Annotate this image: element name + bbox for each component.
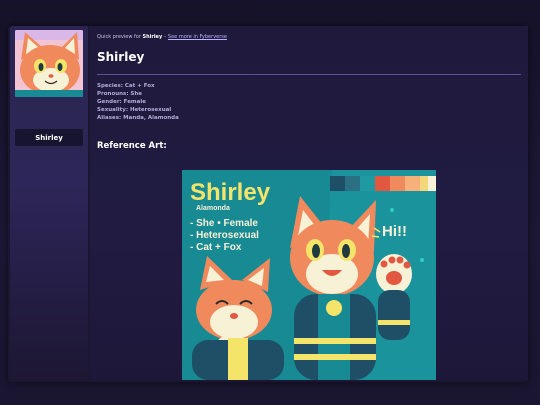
waving-paw [376, 254, 412, 340]
info-sexuality: Sexuality: Heterosexual [97, 107, 172, 113]
palette [330, 176, 436, 191]
main-panel: Quick preview for Shirley – See more in … [90, 26, 528, 380]
palette-swatch-1 [330, 176, 345, 191]
preview-name: Shirley [142, 34, 163, 40]
palette-swatch-4 [375, 176, 390, 191]
info-pronouns: Pronouns: She [97, 91, 143, 97]
art-subtitle: Alamonda [196, 205, 230, 212]
art-bullet-2: - Heterosexual [190, 230, 259, 241]
art-bullet-3: - Cat + Fox [190, 242, 242, 253]
info-gender: Gender: Female [97, 99, 146, 105]
palette-swatch-7 [420, 176, 428, 191]
info-aliases: Aliases: Manda, Alamonda [97, 115, 179, 121]
avatar[interactable] [15, 30, 83, 97]
preview-banner: Quick preview for Shirley – See more in … [97, 34, 227, 40]
palette-swatch-2 [345, 176, 360, 191]
preview-separator: – [163, 34, 167, 40]
palette-swatch-8 [428, 176, 436, 191]
reference-art-heading: Reference Art: [97, 141, 167, 151]
art-greeting: Hi!! [382, 223, 407, 240]
sidebar: Shirley [10, 26, 88, 380]
page-title: Shirley [97, 50, 145, 64]
divider [97, 74, 521, 75]
palette-swatch-3 [360, 176, 375, 191]
see-more-link[interactable]: See more in Fyberverse [168, 34, 227, 40]
art-bullet-1: - She • Female [190, 218, 258, 229]
sidebar-character-name[interactable]: Shirley [15, 129, 83, 146]
info-species: Species: Cat + Fox [97, 83, 155, 89]
palette-swatch-6 [405, 176, 420, 191]
character-info-list: Species: Cat + Fox Pronouns: She Gender:… [97, 82, 179, 122]
preview-prefix: Quick preview for [97, 34, 141, 40]
palette-swatch-5 [390, 176, 405, 191]
reference-art-image[interactable]: Shirley Alamonda - She • Female - Hetero… [182, 170, 436, 380]
art-title: Shirley [190, 179, 271, 206]
